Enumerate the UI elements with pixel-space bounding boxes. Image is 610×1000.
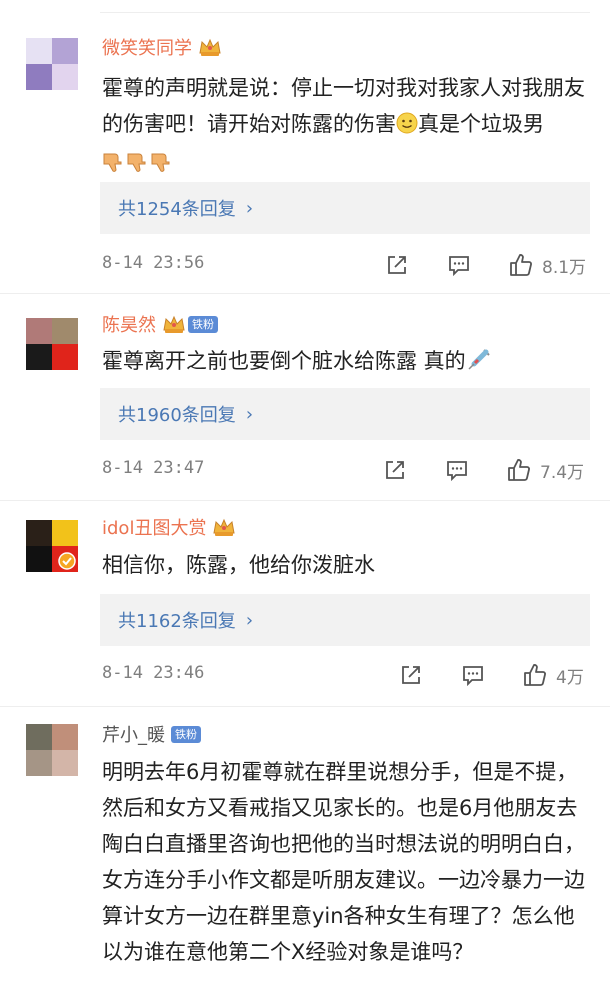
username[interactable]: 陈昊然 — [102, 311, 156, 337]
chevron-right-icon: › — [245, 197, 254, 219]
comment-header: idol丑图大赏 — [102, 513, 236, 541]
comment-button[interactable] — [444, 455, 470, 485]
fan-label: 铁粉 — [188, 315, 218, 333]
comment-meta: 8-14 23:47 7.4万 — [102, 455, 590, 485]
view-replies-button[interactable]: 共1960条回复 › — [100, 388, 590, 440]
chevron-right-icon: › — [245, 403, 254, 425]
share-button[interactable] — [398, 660, 424, 690]
view-replies-button[interactable]: 共1162条回复 › — [100, 594, 590, 646]
chevron-right-icon: › — [245, 609, 254, 631]
verified-badge-icon — [58, 552, 76, 570]
comment-text: 明明去年6月初霍尊就在群里说想分手，但是不提，然后和女方又看戒指又见家长的。也是… — [102, 760, 585, 964]
reply-count: 共1960条回复 — [118, 405, 236, 426]
thumbs-up-icon — [508, 459, 530, 481]
crown-icon — [213, 518, 236, 536]
timestamp: 8-14 23:46 — [102, 663, 205, 683]
share-button[interactable] — [384, 250, 410, 280]
reply-count: 共1254条回复 — [118, 199, 236, 220]
crown-icon — [199, 38, 221, 56]
view-replies-button[interactable]: 共1254条回复 › — [100, 182, 590, 234]
comment-button[interactable] — [446, 250, 472, 280]
comment-icon — [449, 256, 469, 277]
timestamp: 8-14 23:56 — [102, 253, 205, 273]
comment-header: 芹小_暖 铁粉 — [102, 720, 201, 748]
divider — [0, 706, 610, 707]
share-icon — [402, 666, 420, 684]
comment-button[interactable] — [460, 660, 486, 690]
divider — [0, 500, 610, 501]
avatar[interactable] — [26, 38, 78, 90]
fan-badge: 铁粉 — [162, 314, 218, 334]
thumbs-up-icon — [524, 664, 546, 686]
username[interactable]: 微笑笑同学 — [102, 34, 192, 60]
avatar[interactable] — [26, 724, 78, 776]
like-button[interactable]: 7.4万 — [506, 455, 584, 485]
comment-icon — [463, 666, 483, 687]
comment-meta: 8-14 23:56 8.1万 — [102, 250, 590, 280]
avatar[interactable] — [26, 318, 78, 370]
slight-smile-emoji-icon — [396, 109, 418, 145]
comment-text: 相信你，陈露，他给你泼脏水 — [102, 553, 375, 577]
comment-text: 霍尊的声明就是说：停止一切对我对我家人对我朋友的伤害吧！请开始对陈露的伤害 真是个… — [102, 70, 590, 184]
like-count: 8.1万 — [542, 257, 587, 278]
divider — [0, 293, 610, 294]
timestamp: 8-14 23:47 — [102, 458, 205, 478]
syringe-icon — [466, 346, 492, 382]
fan-label: 铁粉 — [171, 725, 201, 743]
reply-count: 共1162条回复 — [118, 611, 236, 632]
comment-meta: 8-14 23:46 4万 — [102, 660, 590, 690]
avatar[interactable] — [26, 520, 78, 572]
divider — [100, 12, 590, 13]
share-icon — [386, 461, 404, 479]
comment-icon — [447, 461, 467, 482]
like-count: 7.4万 — [540, 462, 585, 483]
like-button[interactable]: 8.1万 — [508, 250, 586, 280]
comment-header: 陈昊然 铁粉 — [102, 310, 218, 338]
like-count: 4万 — [556, 667, 584, 688]
like-button[interactable]: 4万 — [522, 660, 584, 690]
comment-text: 霍尊离开之前也要倒个脏水给陈露 真的 — [102, 343, 590, 382]
share-button[interactable] — [382, 455, 408, 485]
thumbs-down-icon — [102, 148, 174, 184]
comment-header: 微笑笑同学 — [102, 33, 222, 61]
username[interactable]: idol丑图大赏 — [102, 514, 206, 540]
username[interactable]: 芹小_暖 — [102, 721, 165, 747]
crown-icon — [163, 315, 185, 333]
share-icon — [388, 256, 406, 274]
thumbs-up-icon — [510, 254, 532, 276]
